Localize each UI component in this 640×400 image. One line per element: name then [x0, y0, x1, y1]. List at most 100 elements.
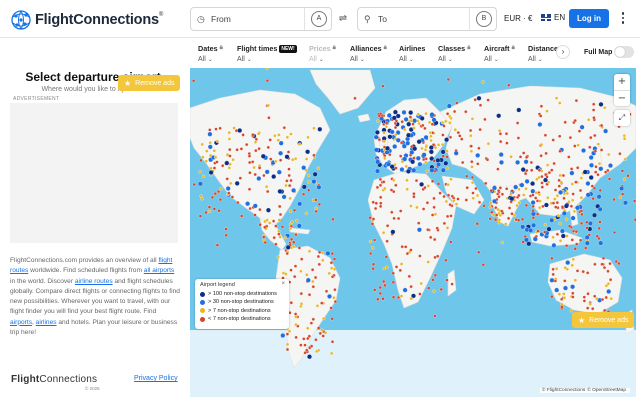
airport-dot[interactable] [429, 138, 433, 143]
airport-dot[interactable] [448, 114, 452, 119]
airport-dot[interactable] [300, 257, 304, 261]
airport-dot[interactable] [412, 156, 416, 160]
airport-dot[interactable] [423, 126, 427, 131]
airport-dot[interactable] [252, 165, 256, 170]
airport-dot[interactable] [412, 126, 416, 130]
to-field[interactable]: ⚲ B [357, 7, 497, 31]
airport-dot[interactable] [382, 131, 386, 135]
airport-dot[interactable] [445, 166, 450, 170]
airport-dot[interactable] [570, 215, 576, 221]
airport-dot[interactable] [403, 127, 407, 132]
airport-dot[interactable] [314, 338, 318, 342]
airport-dot[interactable] [477, 250, 481, 254]
airport-dot[interactable] [440, 167, 446, 173]
airport-dot[interactable] [288, 209, 293, 213]
airport-dot[interactable] [570, 263, 574, 267]
airport-dot[interactable] [274, 159, 278, 164]
airport-dot[interactable] [482, 204, 486, 208]
login-button[interactable]: Log in [569, 9, 609, 28]
to-input[interactable] [378, 14, 478, 24]
airport-dot[interactable] [310, 268, 315, 272]
airport-dot[interactable] [489, 201, 493, 205]
airport-dot[interactable] [215, 139, 219, 143]
airport-dot[interactable] [544, 172, 548, 177]
sidebar-remove-ads-button[interactable]: ★ Remove ads [118, 75, 181, 91]
airport-dot[interactable] [551, 242, 557, 248]
airport-dot[interactable] [382, 279, 386, 284]
airport-dot[interactable] [567, 200, 571, 204]
airport-dot[interactable] [304, 157, 309, 161]
airport-dot[interactable] [317, 126, 323, 132]
airport-dot[interactable] [294, 232, 298, 237]
airport-dot[interactable] [488, 217, 492, 221]
airport-dot[interactable] [571, 291, 575, 295]
airport-dot[interactable] [576, 143, 580, 147]
airport-dot[interactable] [445, 112, 450, 116]
airport-dot[interactable] [331, 217, 335, 221]
airport-dot[interactable] [617, 261, 621, 266]
airport-dot[interactable] [540, 174, 544, 179]
airport-dot[interactable] [433, 237, 437, 242]
airport-dot[interactable] [376, 297, 380, 301]
airport-dot[interactable] [622, 137, 627, 141]
airlines-link[interactable]: airlines [36, 319, 57, 326]
more-menu-icon[interactable] [620, 12, 626, 26]
airport-dot[interactable] [596, 173, 600, 177]
airport-dot[interactable] [318, 331, 322, 336]
airport-dot[interactable] [603, 106, 607, 110]
airport-dot[interactable] [384, 124, 388, 129]
airport-dot[interactable] [403, 116, 409, 122]
airport-dot[interactable] [406, 121, 412, 127]
airport-dot[interactable] [303, 351, 307, 355]
airport-dot[interactable] [277, 229, 281, 233]
airport-dot[interactable] [531, 209, 535, 213]
airport-dot[interactable] [198, 214, 203, 218]
airport-dot[interactable] [454, 202, 459, 206]
airport-dot[interactable] [600, 262, 604, 266]
airport-dot[interactable] [554, 205, 558, 209]
airport-dot[interactable] [263, 225, 267, 229]
airport-dot[interactable] [301, 192, 306, 196]
airport-dot[interactable] [427, 286, 431, 290]
airport-dot[interactable] [573, 144, 577, 148]
airport-dot[interactable] [305, 273, 309, 277]
airport-dot[interactable] [500, 240, 504, 245]
airport-dot[interactable] [423, 134, 429, 140]
airport-dot[interactable] [587, 220, 593, 226]
airport-dot[interactable] [383, 153, 387, 158]
airport-dot[interactable] [377, 114, 381, 118]
airport-dot[interactable] [444, 199, 449, 204]
airport-dot[interactable] [567, 155, 571, 159]
airport-dot[interactable] [554, 267, 559, 271]
airport-dot[interactable] [604, 170, 608, 174]
airport-dot[interactable] [509, 155, 513, 159]
language-selector[interactable]: EN [541, 13, 565, 22]
airport-dot[interactable] [294, 335, 298, 340]
airport-dot[interactable] [391, 280, 395, 284]
airport-dot[interactable] [497, 129, 502, 133]
airport-dot[interactable] [582, 299, 587, 303]
airport-dot[interactable] [560, 205, 565, 209]
airport-dot[interactable] [332, 296, 336, 300]
airport-dot[interactable] [564, 244, 569, 248]
airport-dot[interactable] [251, 160, 255, 164]
airport-dot[interactable] [560, 305, 564, 309]
airport-dot[interactable] [247, 187, 252, 191]
airport-dot[interactable] [254, 148, 258, 153]
airport-dot[interactable] [593, 294, 597, 298]
airport-dot[interactable] [317, 202, 322, 207]
airport-dot[interactable] [619, 186, 625, 191]
airport-dot[interactable] [497, 195, 501, 199]
airport-dot[interactable] [378, 177, 383, 182]
airport-dot[interactable] [353, 96, 357, 100]
airport-dot[interactable] [498, 152, 504, 158]
airport-dot[interactable] [444, 258, 448, 262]
airport-dot[interactable] [521, 240, 525, 244]
airport-dot[interactable] [401, 109, 407, 115]
airport-dot[interactable] [585, 220, 589, 224]
airport-dot[interactable] [608, 278, 613, 282]
airport-dot[interactable] [470, 180, 475, 185]
airport-dot[interactable] [212, 166, 217, 170]
airport-dot[interactable] [579, 221, 584, 226]
airport-dot[interactable] [468, 128, 473, 133]
